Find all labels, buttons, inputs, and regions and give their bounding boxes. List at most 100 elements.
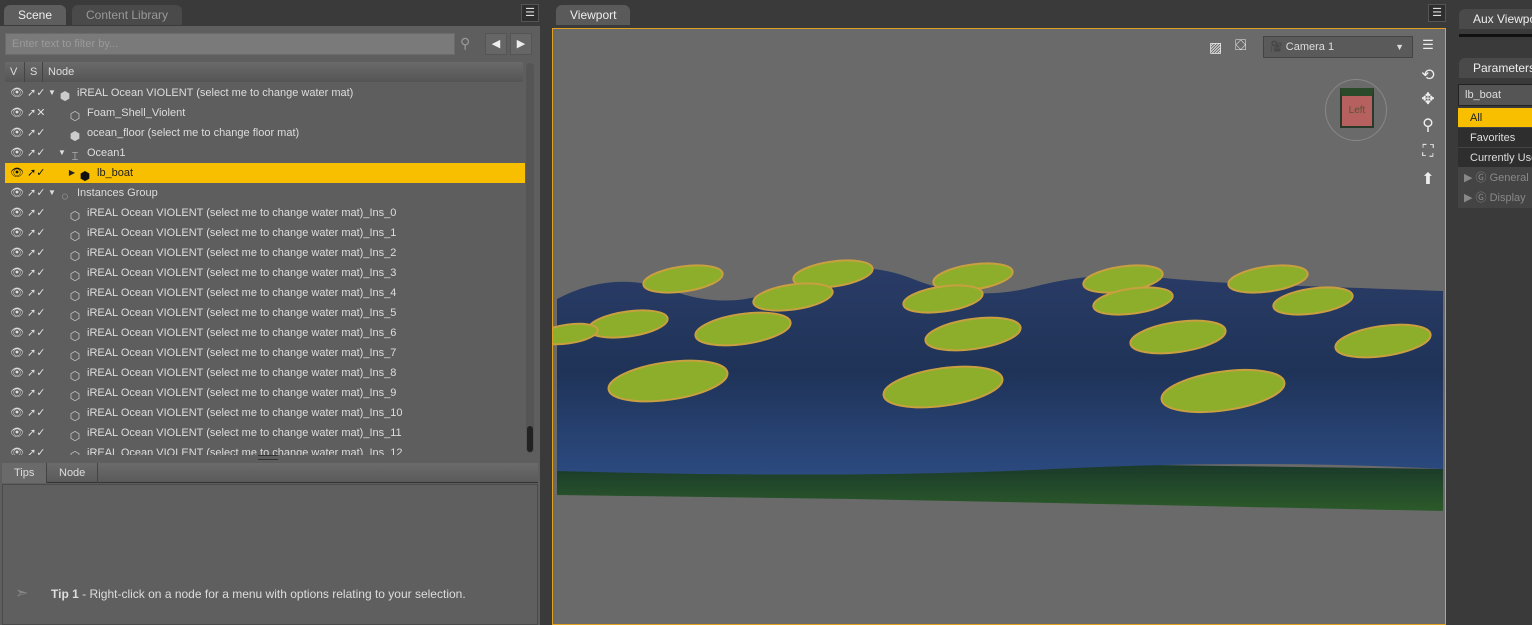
expand-icon: ▶ Ⓖ [1464,192,1490,204]
node-select[interactable]: lb_boat [1458,84,1532,106]
selectable-check-icon[interactable]: ➚✓ [27,403,47,423]
visibility-eye-icon[interactable]: 👁 [7,343,27,363]
visibility-eye-icon[interactable]: 👁 [7,203,27,223]
viewport-menu-icon[interactable]: ☰ [1417,37,1439,53]
expand-arrow-icon[interactable]: ▼ [57,143,67,163]
forward-arrow-icon[interactable]: ▶ [510,33,532,55]
tree-row[interactable]: 👁 ➚✓ ▼ ⬢ iREAL Ocean VIOLENT (select me to c… [5,83,525,103]
draw-style-icon[interactable]: ⛋ [1235,37,1246,54]
tab-scene[interactable]: Scene [4,5,67,25]
tree-row[interactable]: 👁➚✓ ⬡ iREAL Ocean VIOLENT (select me to ch… [5,383,525,403]
visibility-eye-icon[interactable]: 👁 [7,223,27,243]
tab-viewport[interactable]: Viewport [556,5,631,25]
tree-row[interactable]: 👁➚✓ ⬡ iREAL Ocean VIOLENT (select me to ch… [5,203,525,223]
tree-row[interactable]: 👁 ➚✓ ▼ ◌ Instances Group [5,183,525,203]
selectable-check-icon[interactable]: ➚✓ [27,343,47,363]
group-display[interactable]: ▶ Ⓖ Display [1458,188,1532,208]
visibility-eye-icon[interactable]: 👁 [7,423,27,443]
selectable-check-icon[interactable]: ➚✓ [27,203,47,223]
tree-row[interactable]: 👁➚✓ ⬡ iREAL Ocean VIOLENT (select me to ch… [5,303,525,323]
camera-select[interactable]: 🎥 Camera 1 ▼ [1263,36,1413,58]
scrollbar[interactable] [526,63,534,453]
tree-row[interactable]: 👁➚✓ ⬡ iREAL Ocean VIOLENT (select me to ch… [5,403,525,423]
tab-node[interactable]: Node [47,463,99,483]
selectable-check-icon[interactable]: ➚✓ [27,163,47,183]
tree-row[interactable]: 👁➚✓ ⬡ iREAL Ocean VIOLENT (select me to ch… [5,343,525,363]
pan-icon[interactable]: ✥ [1417,89,1439,109]
tree-row[interactable]: 👁➚✓ ⬡ iREAL Ocean VIOLENT (select me to ch… [5,443,525,455]
visibility-eye-icon[interactable]: 👁 [7,83,27,103]
column-node[interactable]: Node [43,62,523,82]
category-currently-used[interactable]: Currently Used [1458,148,1532,168]
column-selectable[interactable]: S [25,62,43,82]
selectable-check-icon[interactable]: ➚✓ [27,123,47,143]
tab-tips[interactable]: Tips [2,463,48,483]
selectable-check-icon[interactable]: ➚✓ [27,363,47,383]
tree-row[interactable]: 👁 ➚✓ ⬢ ocean_floor (select me to change flo… [5,123,525,143]
visibility-eye-icon[interactable]: 👁 [7,143,27,163]
visibility-eye-icon[interactable]: 👁 [7,123,27,143]
view-cube[interactable]: Left [1325,79,1387,141]
visibility-eye-icon[interactable]: 👁 [7,323,27,343]
expand-arrow-icon[interactable]: ▼ [47,183,57,203]
scrollbar-thumb[interactable] [527,426,533,452]
visibility-eye-icon[interactable]: 👁 [7,283,27,303]
orbit-icon[interactable]: ⟲ [1417,65,1439,85]
splitter-handle[interactable] [258,455,278,460]
visibility-eye-icon[interactable]: 👁 [7,183,27,203]
tab-aux-viewport[interactable]: Aux Viewport [1459,9,1532,29]
visibility-eye-icon[interactable]: 👁 [7,163,27,183]
search-icon[interactable]: ⚲ [460,35,470,52]
tree-row[interactable]: 👁➚✓ ⬡ iREAL Ocean VIOLENT (select me to ch… [5,323,525,343]
back-arrow-icon[interactable]: ◀ [485,33,507,55]
selectable-check-icon[interactable]: ➚✓ [27,283,47,303]
category-favorites[interactable]: Favorites [1458,128,1532,148]
frame-icon[interactable]: ⛶ [1417,143,1439,161]
selectable-check-icon[interactable]: ➚✓ [27,383,47,403]
selectable-check-icon[interactable]: ➚✓ [27,243,47,263]
tab-parameters[interactable]: Parameters [1459,58,1532,78]
expand-arrow-icon[interactable]: ▶ [67,163,77,183]
view-cube-face[interactable]: Left [1340,88,1374,128]
category-all[interactable]: All [1458,108,1532,128]
viewport-panel-menu-icon[interactable]: ☰ [1428,4,1446,22]
selectable-check-icon[interactable]: ➚✓ [27,303,47,323]
node-label: iREAL Ocean VIOLENT (select me to change… [87,347,397,359]
selectable-check-icon[interactable]: ➚✓ [27,223,47,243]
expand-arrow-icon[interactable]: ▼ [47,83,57,103]
visibility-eye-icon[interactable]: 👁 [7,383,27,403]
viewport-canvas[interactable]: ▨ ⛋ 🎥 Camera 1 ▼ ☰ ⟲ ✥ ⚲ ⛶ ⬆ Left [552,28,1446,625]
selectable-check-icon[interactable]: ➚✓ [27,423,47,443]
zoom-icon[interactable]: ⚲ [1417,115,1439,135]
selectable-check-icon[interactable]: ➚✓ [27,143,47,163]
tree-row[interactable]: 👁➚✓ ⬡ iREAL Ocean VIOLENT (select me to ch… [5,283,525,303]
selectable-check-icon[interactable]: ➚✓ [27,263,47,283]
selectable-check-icon[interactable]: ➚✓ [27,183,47,203]
visibility-eye-icon[interactable]: 👁 [7,443,27,455]
visibility-eye-icon[interactable]: 👁 [7,363,27,383]
selectable-check-icon[interactable]: ➚✓ [27,83,47,103]
visibility-eye-icon[interactable]: 👁 [7,243,27,263]
visibility-eye-icon[interactable]: 👁 [7,303,27,323]
tree-row[interactable]: 👁➚✓ ⬡ iREAL Ocean VIOLENT (select me to ch… [5,263,525,283]
tree-row[interactable]: 👁 ➚✕ ⬡ Foam_Shell_Violent [5,103,525,123]
tree-row[interactable]: 👁➚✓ ⬡ iREAL Ocean VIOLENT (select me to ch… [5,363,525,383]
visibility-eye-icon[interactable]: 👁 [7,103,27,123]
tree-row[interactable]: 👁 ➚✓ ▶ ⬢ lb_boat [5,163,525,183]
filter-input[interactable]: Enter text to filter by... [5,33,455,55]
tab-content-library[interactable]: Content Library [72,5,183,25]
visibility-eye-icon[interactable]: 👁 [7,403,27,423]
selectable-x-icon[interactable]: ➚✕ [27,103,47,123]
tree-row[interactable]: 👁➚✓ ⬡ iREAL Ocean VIOLENT (select me to ch… [5,223,525,243]
tree-row[interactable]: 👁 ➚✓ ▼ ⌶ Ocean1 [5,143,525,163]
selectable-check-icon[interactable]: ➚✓ [27,323,47,343]
column-visible[interactable]: V [5,62,25,82]
display-style-icon[interactable]: ▨ [1209,39,1222,56]
tree-row[interactable]: 👁➚✓ ⬡ iREAL Ocean VIOLENT (select me to ch… [5,423,525,443]
panel-menu-icon[interactable]: ☰ [521,4,539,22]
visibility-eye-icon[interactable]: 👁 [7,263,27,283]
tree-row[interactable]: 👁➚✓ ⬡ iREAL Ocean VIOLENT (select me to ch… [5,243,525,263]
group-general[interactable]: ▶ Ⓖ General [1458,168,1532,188]
selectable-check-icon[interactable]: ➚✓ [27,443,47,455]
reset-view-icon[interactable]: ⬆ [1417,169,1439,189]
